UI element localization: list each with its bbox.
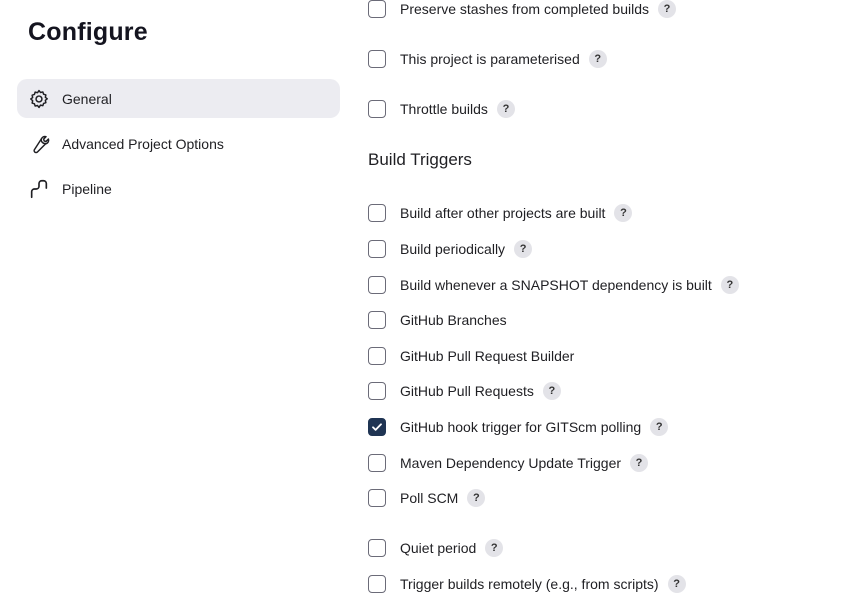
- checkbox[interactable]: [368, 575, 386, 593]
- checkbox[interactable]: [368, 0, 386, 18]
- wrench-icon: [28, 133, 50, 155]
- checkbox[interactable]: [368, 539, 386, 557]
- help-icon[interactable]: ?: [485, 539, 504, 557]
- checkbox-label: Preserve stashes from completed builds: [400, 1, 649, 17]
- help-icon[interactable]: ?: [630, 454, 649, 472]
- sidebar-item-label: General: [62, 90, 112, 107]
- option-quiet-period: Quiet period ?: [368, 537, 504, 559]
- help-icon[interactable]: ?: [658, 0, 676, 18]
- help-icon[interactable]: ?: [588, 50, 607, 68]
- sidebar-nav: General Advanced Project Options Pipelin…: [17, 79, 340, 214]
- checkbox-label: Trigger builds remotely (e.g., from scri…: [400, 576, 659, 592]
- trigger-builds-remotely: Trigger builds remotely (e.g., from scri…: [368, 573, 686, 595]
- checkbox[interactable]: [368, 382, 386, 400]
- trigger-github-pull-request-builder: GitHub Pull Request Builder: [368, 345, 574, 367]
- checkbox[interactable]: [368, 311, 386, 329]
- checkbox-label: Build periodically: [400, 241, 506, 257]
- sidebar-item-label: Advanced Project Options: [62, 135, 224, 152]
- trigger-build-periodically: Build periodically ?: [368, 238, 533, 260]
- trigger-github-pull-requests: GitHub Pull Requests ?: [368, 380, 561, 402]
- help-icon[interactable]: ?: [614, 204, 633, 222]
- trigger-build-after-other-projects: Build after other projects are built ?: [368, 202, 633, 224]
- page-title: Configure: [28, 18, 148, 46]
- checkbox[interactable]: [368, 50, 386, 68]
- checkbox[interactable]: [368, 204, 386, 222]
- checkbox-label: GitHub Branches: [400, 312, 507, 328]
- checkbox-label: GitHub Pull Requests: [400, 383, 534, 399]
- option-parameterised: This project is parameterised ?: [368, 48, 607, 70]
- checkbox-checked[interactable]: [368, 418, 386, 436]
- checkbox[interactable]: [368, 100, 386, 118]
- checkbox-label: Build whenever a SNAPSHOT dependency is …: [400, 277, 712, 293]
- trigger-snapshot-dependency: Build whenever a SNAPSHOT dependency is …: [368, 274, 739, 296]
- trigger-github-hook: GitHub hook trigger for GITScm polling ?: [368, 416, 669, 438]
- gear-icon: [28, 88, 50, 110]
- help-icon[interactable]: ?: [514, 240, 533, 258]
- checkbox[interactable]: [368, 489, 386, 507]
- sidebar-item-general[interactable]: General: [17, 79, 340, 118]
- trigger-github-branches: GitHub Branches: [368, 309, 507, 331]
- checkmark-icon: [372, 423, 382, 431]
- option-throttle-builds: Throttle builds ?: [368, 98, 515, 120]
- checkbox-label: This project is parameterised: [400, 51, 580, 67]
- checkbox[interactable]: [368, 347, 386, 365]
- option-preserve-stashes: Preserve stashes from completed builds ?: [368, 0, 676, 20]
- checkbox-label: Quiet period: [400, 540, 477, 556]
- checkbox[interactable]: [368, 454, 386, 472]
- checkbox-label: Build after other projects are built: [400, 205, 606, 221]
- help-icon[interactable]: ?: [720, 276, 739, 294]
- help-icon[interactable]: ?: [650, 418, 669, 436]
- checkbox-label: GitHub Pull Request Builder: [400, 348, 575, 364]
- checkbox-label: Poll SCM: [400, 490, 459, 506]
- checkbox[interactable]: [368, 276, 386, 294]
- section-title-build-triggers: Build Triggers: [368, 150, 472, 169]
- help-icon[interactable]: ?: [667, 575, 686, 593]
- help-icon[interactable]: ?: [542, 382, 561, 400]
- help-icon[interactable]: ?: [496, 100, 515, 118]
- checkbox-label: GitHub hook trigger for GITScm polling: [400, 419, 642, 435]
- checkbox[interactable]: [368, 240, 386, 258]
- help-icon[interactable]: ?: [467, 489, 486, 507]
- sidebar-item-label: Pipeline: [62, 180, 112, 197]
- pipeline-icon: [28, 178, 50, 200]
- checkbox-label: Throttle builds: [400, 101, 488, 117]
- sidebar-item-advanced-project-options[interactable]: Advanced Project Options: [17, 124, 340, 163]
- trigger-poll-scm: Poll SCM ?: [368, 487, 486, 509]
- sidebar-item-pipeline[interactable]: Pipeline: [17, 169, 340, 208]
- checkbox-label: Maven Dependency Update Trigger: [400, 455, 622, 471]
- trigger-maven-dependency-update: Maven Dependency Update Trigger ?: [368, 452, 649, 474]
